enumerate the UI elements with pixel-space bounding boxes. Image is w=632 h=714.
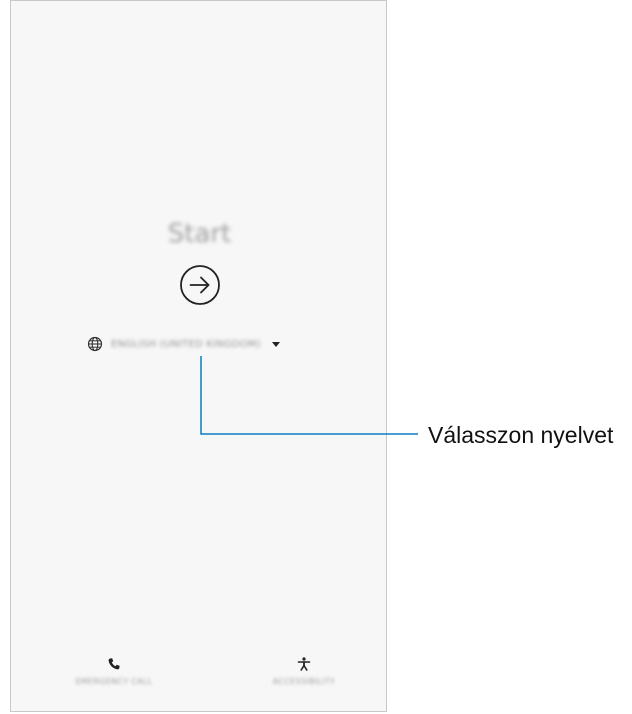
accessibility-button[interactable]: ACCESSIBILITY [239,657,369,686]
phone-screen: Start ENGLISH (UNITED KINGDOM) EMERGENCY… [10,0,387,712]
emergency-call-button[interactable]: EMERGENCY CALL [49,657,179,686]
arrow-right-circle-icon [180,265,220,305]
accessibility-icon [297,657,311,671]
dropdown-arrow-icon [271,339,281,349]
callout-label: Válasszon nyelvet [428,422,614,448]
language-label: ENGLISH (UNITED KINGDOM) [111,338,261,350]
manual-illustration: Start ENGLISH (UNITED KINGDOM) EMERGENCY… [0,0,632,714]
globe-icon [87,336,103,352]
emergency-call-label: EMERGENCY CALL [75,677,153,686]
language-selector[interactable]: ENGLISH (UNITED KINGDOM) [87,334,281,354]
accessibility-label: ACCESSIBILITY [272,677,336,686]
start-button[interactable] [179,264,221,306]
start-title: Start [167,219,232,249]
phone-icon [107,657,121,671]
